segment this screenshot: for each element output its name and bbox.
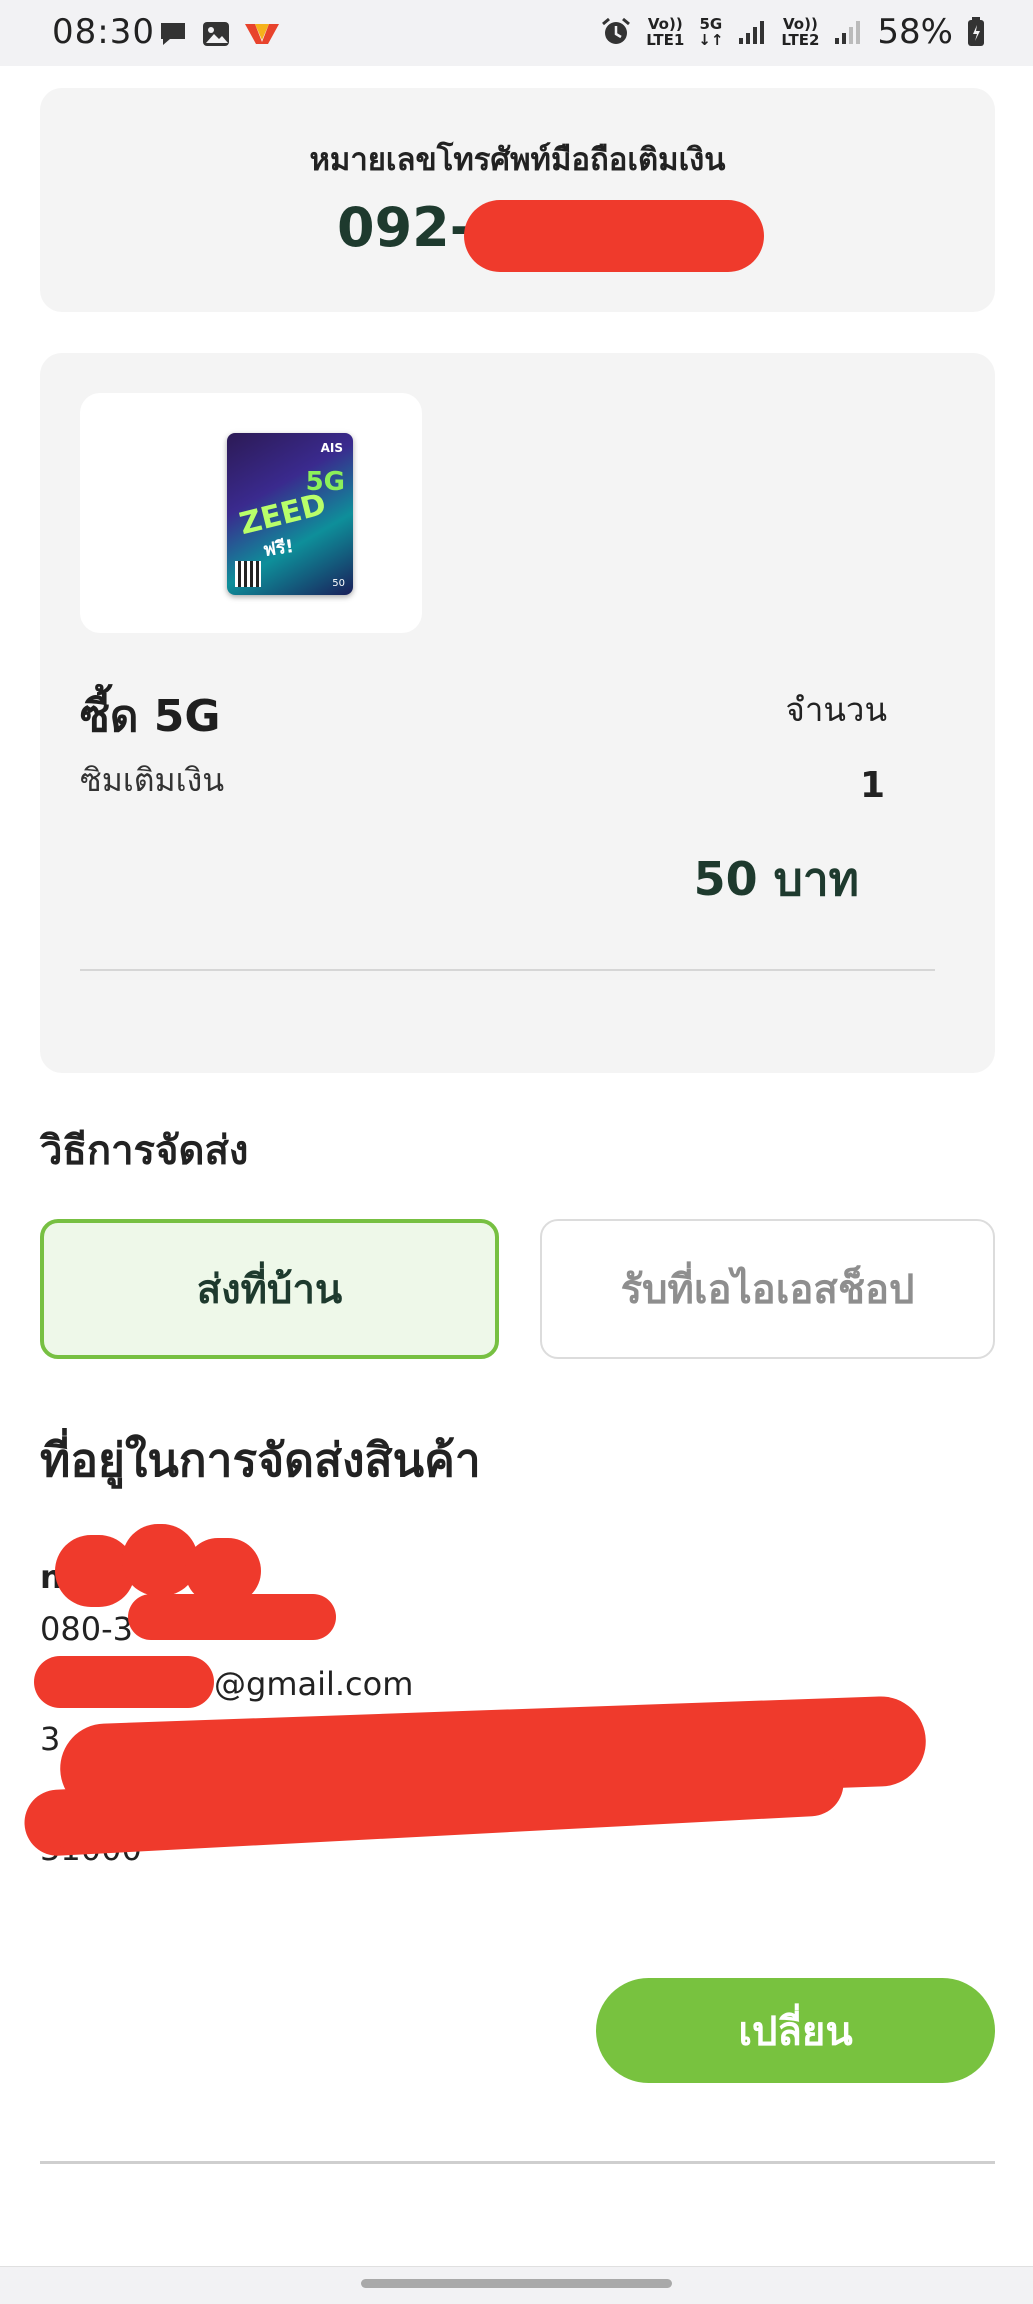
battery-icon	[968, 17, 984, 46]
alarm-icon	[602, 17, 631, 44]
delivery-option-home[interactable]: ส่งที่บ้าน	[40, 1219, 499, 1359]
redaction-mark	[128, 1594, 336, 1640]
address-line-1: 3	[40, 1720, 61, 1758]
status-time: 08:30	[52, 12, 155, 52]
redaction-mark	[464, 200, 764, 272]
quantity-label: จำนวน	[785, 690, 887, 729]
chat-icon	[161, 23, 185, 45]
sim-brand: AIS	[320, 441, 343, 455]
phone-number-card: หมายเลขโทรศัพท์มือถือเติมเงิน 092-4	[40, 88, 995, 312]
qr-code-icon	[235, 561, 261, 587]
product-image-box: AIS 5G ZEED ฟรี! 50	[80, 393, 422, 633]
quantity-value: 1	[859, 765, 885, 806]
phone-number-label: หมายเลขโทรศัพท์มือถือเติมเงิน	[309, 142, 726, 178]
signal-icon	[739, 21, 765, 44]
address-email: @gmail.com	[214, 1665, 414, 1703]
product-price: 50 บาท	[693, 852, 859, 906]
address-phone: 080-3	[40, 1610, 133, 1648]
product-type: ซิมเติมเงิน	[80, 761, 225, 799]
status-right: Vo)) LTE1 5G ↓↑ Vo)) LTE2 58%	[600, 12, 985, 52]
divider	[40, 2161, 995, 2164]
gallery-icon	[203, 22, 229, 46]
change-address-button[interactable]: เปลี่ยน	[596, 1978, 995, 2083]
net-5g-label: 5G ↓↑	[698, 15, 724, 49]
delivery-option-shop[interactable]: รับที่เอไอเอสช็อป	[540, 1219, 995, 1359]
app-icon	[245, 24, 279, 44]
shipping-address-title: ที่อยู่ในการจัดส่งสินค้า	[40, 1433, 481, 1487]
sim1-label: Vo)) LTE1	[646, 15, 685, 49]
sim2-label: Vo)) LTE2	[781, 15, 820, 49]
sim-value: 50	[332, 578, 345, 589]
sim-promo: ฟรี!	[261, 535, 296, 562]
product-name: ซี้ด 5G	[80, 691, 221, 742]
divider	[80, 969, 935, 971]
redaction-mark	[48, 1808, 128, 1848]
signal-icon-2	[835, 21, 861, 44]
product-card: AIS 5G ZEED ฟรี! 50 ซี้ด 5G ซิมเติมเงิน …	[40, 353, 995, 1073]
battery-percent: 58%	[877, 12, 953, 52]
navigation-bar	[0, 2266, 1033, 2304]
status-bar: 08:30 Vo)) LTE1 5G ↓↑ Vo)) LTE2 58%	[0, 0, 1033, 66]
delivery-method-title: วิธีการจัดส่ง	[40, 1128, 249, 1174]
redaction-mark	[34, 1656, 214, 1708]
home-gesture-handle[interactable]	[361, 2279, 672, 2288]
sim-card-image: AIS 5G ZEED ฟรี! 50	[227, 433, 353, 595]
